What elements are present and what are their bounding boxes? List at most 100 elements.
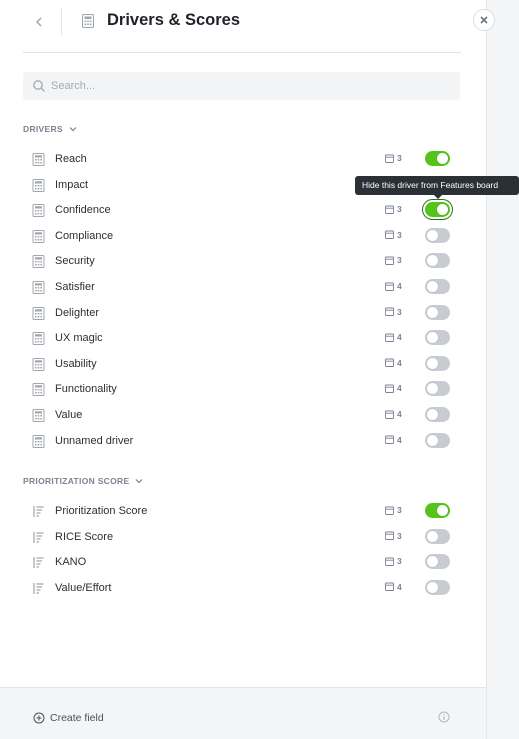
visibility-toggle[interactable] (425, 432, 450, 448)
visibility-toggle[interactable] (425, 407, 450, 422)
usage-count: 3 (385, 531, 402, 541)
calendar-icon (385, 333, 394, 342)
usage-count-value: 4 (397, 281, 402, 291)
visibility-toggle[interactable] (425, 381, 450, 397)
calendar-icon (385, 282, 394, 291)
calendar-icon (385, 582, 394, 591)
drivers-label: Usability (55, 357, 97, 370)
scores-label: Value/Effort (55, 581, 112, 594)
usage-count-value: 3 (397, 255, 402, 266)
scores-row: Prioritization Score 3 (23, 502, 463, 522)
visibility-toggle[interactable] (425, 253, 450, 269)
calculator-icon (32, 357, 45, 371)
visibility-toggle[interactable] (425, 279, 450, 294)
calendar-icon (385, 307, 394, 317)
visibility-toggle[interactable] (425, 202, 450, 218)
chevron-left-icon (36, 17, 42, 27)
toggle-knob (427, 409, 438, 420)
tooltip-arrow (434, 195, 442, 199)
create-field-label: Create field (50, 712, 104, 724)
formula-icon (33, 506, 44, 517)
info-icon[interactable] (438, 711, 450, 723)
toggle-knob (427, 556, 438, 567)
score-section-label: PRIORITIZATION SCORE (23, 476, 130, 486)
scores-label: KANO (55, 556, 87, 568)
usage-count-value: 3 (397, 204, 402, 215)
create-field-button[interactable]: Create field (33, 712, 104, 724)
calendar-icon (385, 205, 394, 214)
visibility-toggle[interactable] (425, 503, 450, 518)
drivers-row: Reach 3 (23, 150, 463, 170)
usage-count-value: 3 (397, 530, 402, 541)
drivers-row: Usability 4 (23, 355, 463, 375)
close-button[interactable] (473, 9, 495, 31)
calculator-icon (32, 229, 45, 243)
scores-label: RICE Score (55, 530, 114, 543)
toggle-knob (427, 281, 438, 292)
visibility-toggle[interactable] (425, 330, 450, 346)
background-board (486, 0, 519, 739)
panel-header: Drivers & Scores (23, 8, 461, 53)
page-title: Drivers & Scores (107, 11, 240, 29)
calendar-icon (385, 410, 394, 419)
usage-count: 3 (385, 230, 402, 240)
toggle-knob (427, 332, 438, 344)
drivers-row: Functionality 4 (23, 380, 463, 400)
visibility-toggle[interactable] (425, 304, 450, 320)
visibility-toggle[interactable] (425, 579, 450, 595)
formula-icon (33, 531, 44, 543)
usage-count-value: 4 (397, 409, 402, 419)
calculator-icon (32, 153, 45, 166)
usage-count-value: 3 (397, 306, 402, 317)
scores-row: Value/Effort 4 (23, 579, 463, 599)
usage-count: 4 (385, 383, 402, 393)
score-section-toggle[interactable]: PRIORITIZATION SCORE (23, 474, 144, 488)
toggle-knob (437, 505, 448, 516)
calculator-icon (32, 306, 45, 320)
usage-count-value: 4 (397, 357, 402, 368)
usage-count: 4 (385, 409, 402, 419)
usage-count: 4 (385, 582, 402, 592)
calendar-icon (385, 230, 394, 240)
calendar-icon (385, 506, 394, 515)
tooltip: Hide this driver from Features board (355, 176, 519, 195)
visibility-toggle[interactable] (425, 355, 450, 371)
toggle-knob (427, 306, 438, 318)
header-divider (61, 8, 62, 36)
calculator-icon (32, 383, 45, 397)
visibility-toggle[interactable] (425, 554, 450, 569)
drivers-section-toggle[interactable]: DRIVERS (23, 122, 78, 136)
usage-count-value: 4 (397, 434, 402, 445)
drivers-label: Value (55, 409, 83, 421)
calculator-icon (32, 332, 45, 346)
search-box (23, 72, 460, 100)
visibility-toggle[interactable] (425, 151, 450, 166)
usage-count-value: 3 (397, 505, 402, 515)
calculator-icon (32, 409, 45, 422)
visibility-toggle[interactable] (425, 528, 450, 544)
drivers-label: Unnamed driver (55, 434, 134, 447)
drivers-label: Reach (55, 153, 87, 165)
drivers-label: Impact (55, 178, 89, 191)
chevron-down-icon (69, 127, 77, 132)
drivers-label: Functionality (55, 383, 117, 396)
visibility-toggle[interactable] (425, 227, 450, 243)
usage-count: 4 (385, 281, 402, 291)
search-input[interactable] (51, 72, 451, 100)
drivers-row: Compliance 3 (23, 227, 463, 247)
scores-label: Prioritization Score (55, 505, 148, 517)
usage-count: 4 (385, 332, 402, 342)
usage-count: 3 (385, 153, 402, 163)
drivers-row: Confidence 3 (23, 201, 463, 221)
usage-count: 3 (385, 204, 402, 214)
drivers-scores-panel: Drivers & Scores DRIVERS Reach 3 Impact Con… (0, 0, 486, 739)
calculator-icon (82, 14, 94, 28)
panel-footer: Create field (0, 687, 486, 739)
calendar-icon (385, 358, 394, 368)
toggle-knob (437, 204, 448, 216)
usage-count: 3 (385, 556, 402, 566)
back-button[interactable] (32, 14, 46, 30)
formula-icon (33, 557, 44, 568)
calculator-icon (32, 255, 45, 269)
scores-row: KANO 3 (23, 553, 463, 573)
